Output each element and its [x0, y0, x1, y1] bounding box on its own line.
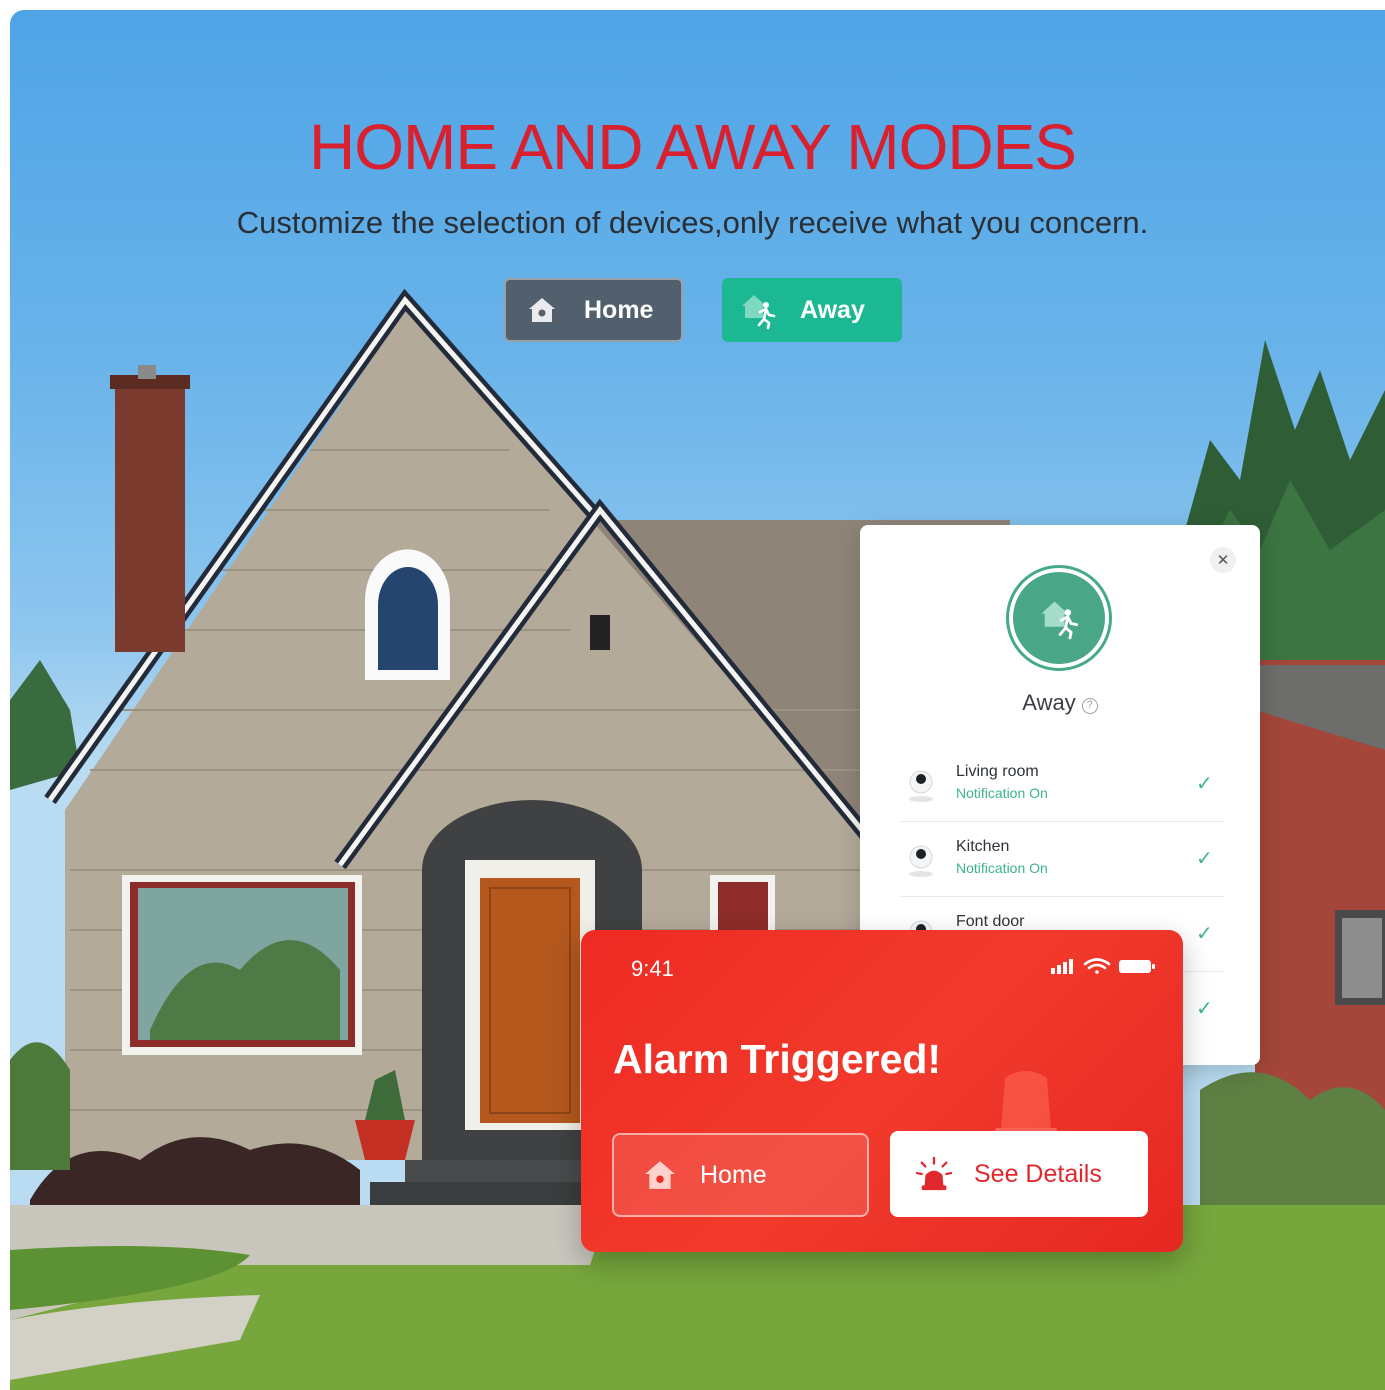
camera-icon [909, 845, 933, 877]
page-subheadline: Customize the selection of devices,only … [236, 205, 1149, 240]
check-icon: ✓ [1196, 848, 1213, 870]
alarm-notification-card: 9:41 Alarm Triggered! Home See Details [581, 930, 1183, 1252]
siren-icon [995, 1071, 1057, 1138]
device-name: Living room [956, 763, 1039, 780]
home-icon [522, 290, 562, 330]
device-status: Notification On [956, 785, 1048, 801]
signal-icon [1051, 959, 1073, 974]
see-details-label: See Details [974, 1159, 1102, 1188]
device-name: Font door [956, 913, 1025, 930]
page-headline: HOME AND AWAY MODES [309, 111, 1077, 183]
away-mode-button[interactable]: Away [722, 278, 902, 342]
away-mode-label: Away [800, 295, 865, 324]
close-icon[interactable]: ✕ [1210, 547, 1236, 573]
camera-icon [909, 770, 933, 802]
panel-mode-title: Away? [860, 690, 1260, 716]
hero-scene: HOME AND AWAY MODES Customize the select… [10, 10, 1385, 1390]
away-runner-icon [1013, 572, 1105, 664]
alarm-home-button[interactable]: Home [612, 1133, 869, 1217]
device-row-kitchen[interactable]: Kitchen Notification On ✓ [900, 822, 1224, 897]
check-icon: ✓ [1196, 923, 1213, 945]
away-runner-icon [738, 290, 778, 330]
status-bar-time: 9:41 [631, 956, 674, 981]
home-mode-label: Home [584, 295, 654, 324]
see-details-button[interactable]: See Details [890, 1131, 1148, 1217]
check-icon: ✓ [1196, 773, 1213, 795]
home-icon [642, 1157, 678, 1193]
alarm-home-label: Home [700, 1160, 767, 1189]
device-status: Notification On [956, 860, 1048, 876]
home-mode-button[interactable]: Home [504, 278, 683, 342]
wifi-icon [1083, 958, 1111, 974]
check-icon: ✓ [1196, 998, 1213, 1020]
device-name: Kitchen [956, 838, 1010, 855]
help-icon[interactable]: ? [1081, 698, 1098, 714]
battery-icon [1119, 960, 1155, 973]
alarm-title: Alarm Triggered! [613, 1036, 942, 1082]
siren-icon [916, 1156, 952, 1192]
away-status-ring [1006, 565, 1112, 671]
status-bar-icons [1051, 958, 1155, 974]
device-row-living-room[interactable]: Living room Notification On ✓ [900, 747, 1224, 822]
panel-mode-label: Away [1022, 690, 1076, 715]
